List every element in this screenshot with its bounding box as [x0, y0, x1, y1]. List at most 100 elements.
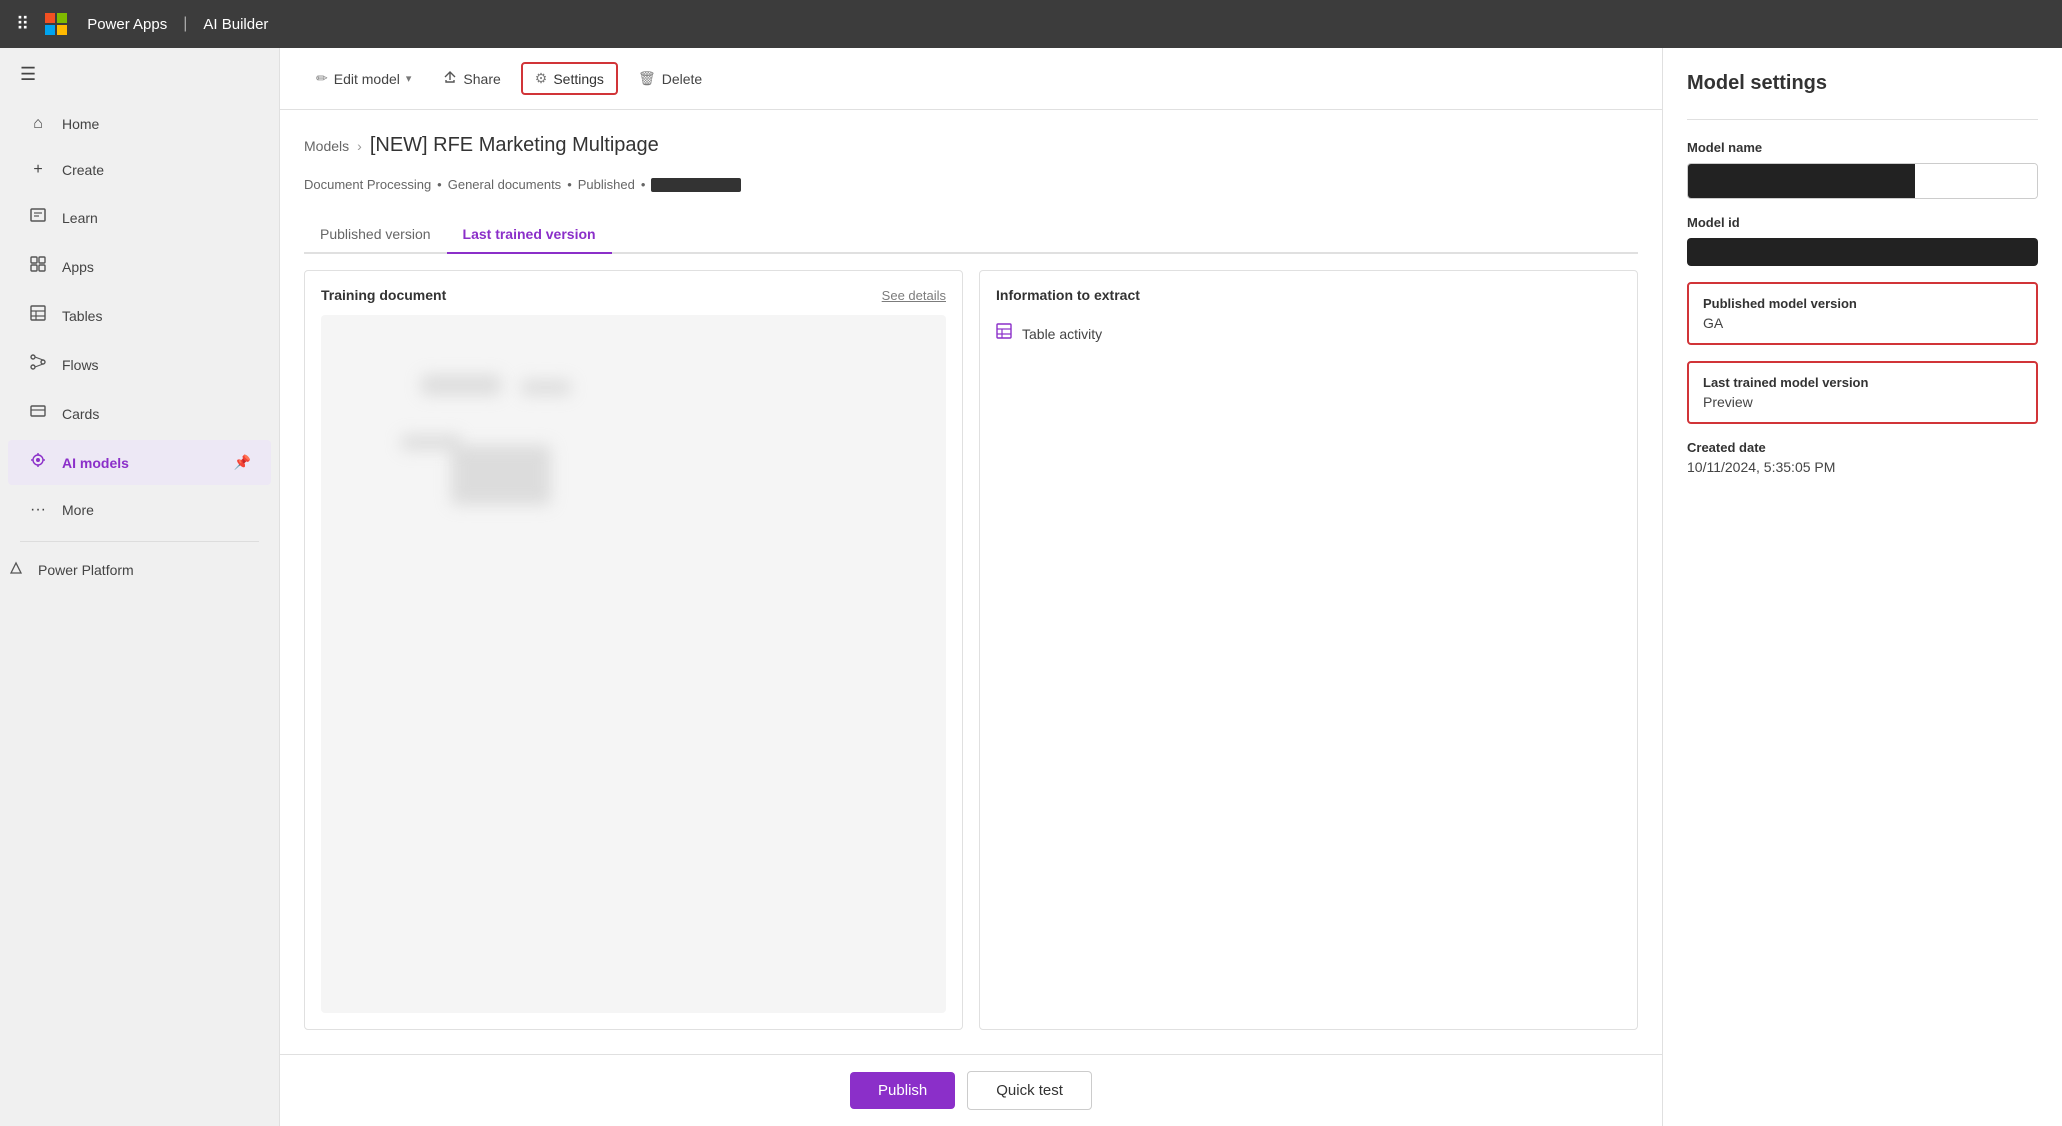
sidebar-item-flows[interactable]: Flows: [8, 342, 271, 387]
training-document-card: Training document See details: [304, 270, 963, 1030]
tables-icon: [28, 305, 48, 326]
sidebar-bottom-label: Power Platform: [38, 562, 134, 578]
subtitle-dot1: •: [437, 177, 442, 192]
sidebar-item-power-platform[interactable]: Power Platform: [0, 550, 279, 589]
topbar-title: Power Apps: [87, 16, 167, 33]
apps-icon: [28, 256, 48, 277]
panel-title: Model settings: [1687, 72, 2038, 95]
toolbar: ✏ Edit model ▾ Share ⚙ Settings: [280, 48, 1662, 110]
subtitle-category: General documents: [448, 177, 561, 192]
topbar: ⠿ Power Apps | AI Builder: [0, 0, 2062, 48]
topbar-product: AI Builder: [203, 16, 268, 33]
breadcrumb: Models › [NEW] RFE Marketing Multipage: [304, 134, 1638, 157]
quick-test-button[interactable]: Quick test: [967, 1071, 1092, 1110]
sidebar-item-tables[interactable]: Tables: [8, 293, 271, 338]
topbar-separator: |: [183, 15, 187, 33]
blur-shape-2: [521, 380, 571, 395]
sidebar-item-label-tables: Tables: [62, 308, 102, 324]
blur-shape-1: [421, 375, 501, 395]
last-trained-label: Last trained model version: [1703, 375, 2022, 390]
blur-shape-3: [451, 445, 551, 505]
edit-icon: ✏: [316, 70, 328, 87]
hamburger-button[interactable]: ☰: [0, 48, 279, 101]
breadcrumb-parent[interactable]: Models: [304, 138, 349, 154]
cards-container: Training document See details: [304, 270, 1638, 1030]
panel-divider: [1687, 119, 2038, 120]
flows-icon: [28, 354, 48, 375]
tab-bar: Published version Last trained version: [304, 216, 1638, 254]
main-layout: ☰ ⌂ Home + Create Learn: [0, 48, 2062, 1126]
model-name-visible: [1915, 164, 2037, 198]
delete-label: Delete: [662, 71, 702, 87]
model-name-input[interactable]: [1687, 163, 2038, 199]
sidebar-item-label-home: Home: [62, 116, 99, 132]
published-version-box: Published model version GA: [1687, 282, 2038, 345]
share-icon: [443, 70, 457, 87]
delete-button[interactable]: 🗑 Delete: [626, 64, 714, 93]
table-icon: [996, 323, 1012, 344]
publish-button[interactable]: Publish: [850, 1072, 955, 1109]
created-date-value: 10/11/2024, 5:35:05 PM: [1687, 459, 2038, 475]
share-label: Share: [463, 71, 500, 87]
edit-model-label: Edit model: [334, 71, 400, 87]
subtitle-dot2: •: [567, 177, 572, 192]
waffle-icon[interactable]: ⠿: [16, 14, 29, 35]
information-extract-card: Information to extract: [979, 270, 1638, 1030]
blur-shape-4: [401, 435, 461, 450]
sidebar-item-learn[interactable]: Learn: [8, 195, 271, 240]
settings-label: Settings: [553, 71, 604, 87]
tab-last-trained-version[interactable]: Last trained version: [447, 216, 612, 254]
subtitle-status: Published: [578, 177, 635, 192]
edit-chevron-icon: ▾: [406, 72, 412, 85]
info-card-title: Information to extract: [996, 287, 1140, 303]
model-name-label: Model name: [1687, 140, 2038, 155]
cards-icon: [28, 403, 48, 424]
more-icon: ···: [28, 501, 48, 519]
edit-model-button[interactable]: ✏ Edit model ▾: [304, 64, 423, 93]
sidebar-item-label-flows: Flows: [62, 357, 99, 373]
training-card-body: [321, 315, 946, 1013]
tab-published-version[interactable]: Published version: [304, 216, 447, 254]
info-card-header: Information to extract: [996, 287, 1621, 303]
sidebar-item-home[interactable]: ⌂ Home: [8, 103, 271, 145]
home-icon: ⌂: [28, 115, 48, 133]
sidebar-item-more[interactable]: ··· More: [8, 489, 271, 531]
sidebar-item-ai-models[interactable]: AI models 📌: [8, 440, 271, 485]
ai-models-icon: [28, 452, 48, 473]
create-icon: +: [28, 161, 48, 179]
sidebar-item-cards[interactable]: Cards: [8, 391, 271, 436]
sidebar-divider: [20, 541, 259, 542]
last-trained-value: Preview: [1703, 394, 2022, 410]
sidebar-item-label-ai-models: AI models: [62, 455, 129, 471]
training-card-header: Training document See details: [321, 287, 946, 303]
subtitle-type: Document Processing: [304, 177, 431, 192]
see-details-link[interactable]: See details: [882, 288, 946, 303]
pin-icon: 📌: [234, 454, 251, 471]
last-trained-version-box: Last trained model version Preview: [1687, 361, 2038, 424]
sidebar-item-label-apps: Apps: [62, 259, 94, 275]
model-name-redacted: [1688, 164, 1915, 198]
sidebar-item-create[interactable]: + Create: [8, 149, 271, 191]
breadcrumb-current: [NEW] RFE Marketing Multipage: [370, 134, 659, 157]
microsoft-logo: [45, 13, 67, 35]
published-version-label: Published model version: [1703, 296, 2022, 311]
content-area: ✏ Edit model ▾ Share ⚙ Settings: [280, 48, 1662, 1126]
sidebar-item-label-cards: Cards: [62, 406, 99, 422]
page-subtitle: Document Processing • General documents …: [304, 177, 1638, 192]
info-card-body: Table activity: [996, 315, 1621, 352]
subtitle-dot3: •: [641, 177, 646, 192]
published-version-value: GA: [1703, 315, 2022, 331]
model-id-value: [1687, 238, 2038, 266]
sidebar-item-label-create: Create: [62, 162, 104, 178]
sidebar-item-apps[interactable]: Apps: [8, 244, 271, 289]
settings-button[interactable]: ⚙ Settings: [521, 62, 618, 95]
model-id-label: Model id: [1687, 215, 2038, 230]
created-date-label: Created date: [1687, 440, 2038, 455]
share-button[interactable]: Share: [431, 64, 512, 93]
table-activity-label: Table activity: [1022, 326, 1102, 342]
action-bar: Publish Quick test: [280, 1054, 1662, 1126]
subtitle-redacted-value: [651, 178, 741, 192]
right-panel: Model settings Model name Model id Publi…: [1662, 48, 2062, 1126]
training-document-preview: [321, 315, 946, 1013]
learn-icon: [28, 207, 48, 228]
